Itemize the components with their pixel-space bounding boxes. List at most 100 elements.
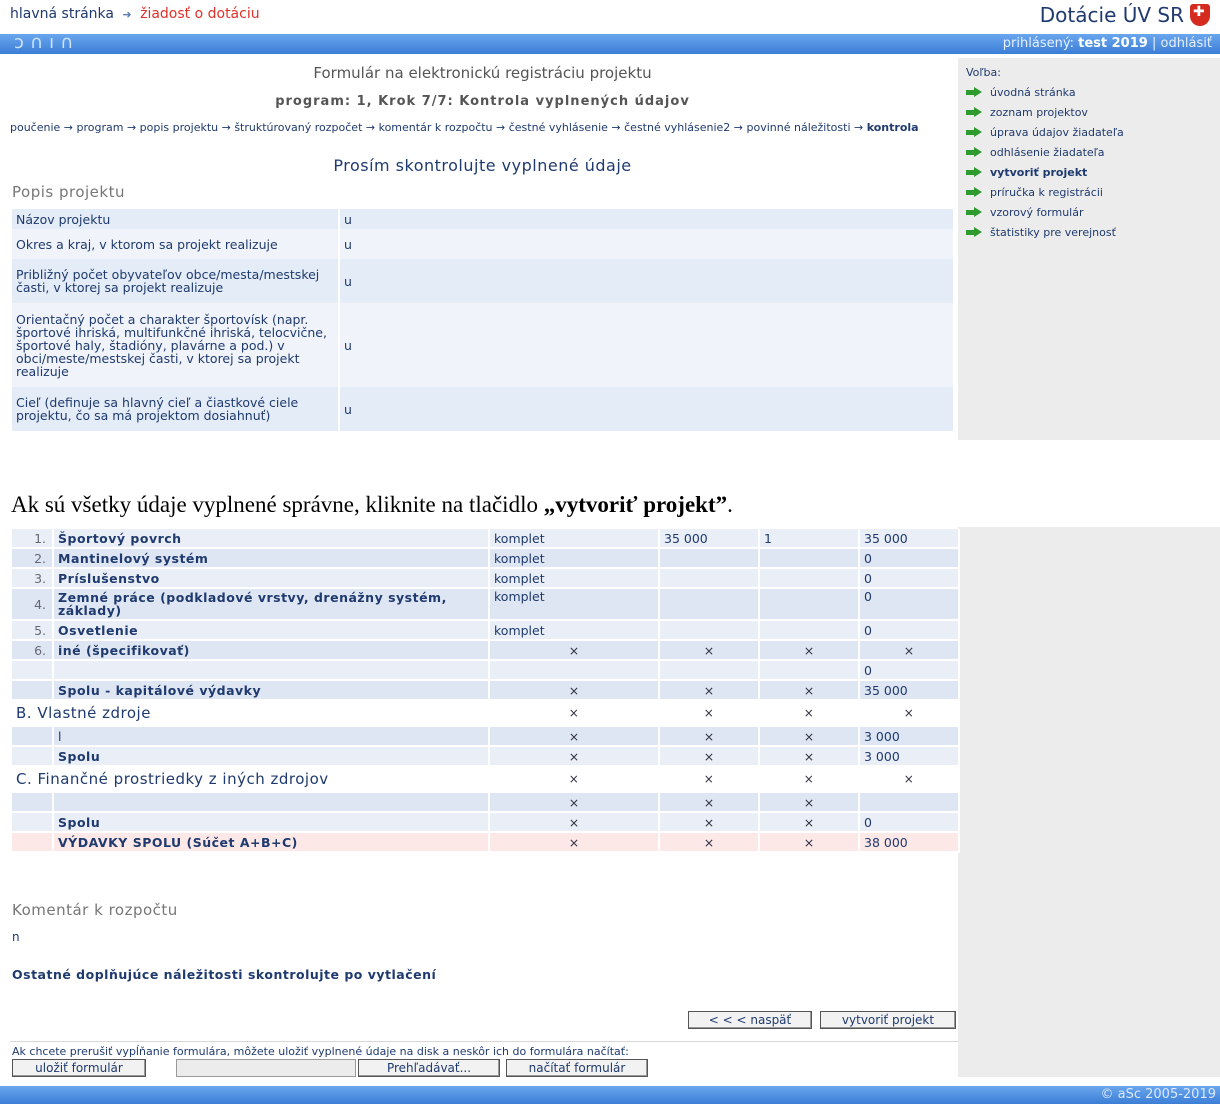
sidebar-item-label[interactable]: zoznam projektov bbox=[990, 106, 1088, 119]
item-price bbox=[659, 588, 760, 621]
sidebar-item-create-project[interactable]: vytvoriť projekt bbox=[966, 162, 1124, 182]
sidebar-item-edit-applicant[interactable]: úprava údajov žiadateľa bbox=[966, 122, 1124, 142]
item-unit: komplet bbox=[489, 548, 660, 569]
row-number: 1. bbox=[12, 529, 54, 549]
print-note: Ostatné doplňujúce náležitosti skontrolu… bbox=[12, 967, 437, 982]
item-name bbox=[53, 660, 490, 681]
top-header: hlavná stránka ➜ žiadosť o dotáciu Dotác… bbox=[0, 0, 1220, 32]
sidebar-item-home[interactable]: úvodná stránka bbox=[966, 82, 1124, 102]
row-value: u bbox=[338, 303, 953, 387]
grand-total-row: VÝDAVKY SPOLU (Súčet A+B+C) × × × 38 000 bbox=[12, 832, 960, 853]
item-total: 0 bbox=[859, 588, 960, 621]
brand[interactable]: Dotácie ÚV SR bbox=[1040, 3, 1210, 27]
breadcrumb-arrow-icon: ➜ bbox=[122, 8, 132, 21]
logo-2019: ↄ∩ı∩ bbox=[14, 32, 80, 53]
brand-title[interactable]: Dotácie ÚV SR bbox=[1040, 3, 1184, 27]
item-unit: × bbox=[489, 766, 660, 793]
budget-table: 1. Športový povrch komplet 35 000 1 35 0… bbox=[12, 529, 960, 853]
copyright: © aSc 2005-2019 bbox=[1100, 1087, 1217, 1102]
sidebar-background bbox=[958, 527, 1220, 1077]
breadcrumb: hlavná stránka ➜ žiadosť o dotáciu bbox=[10, 6, 260, 22]
row-number bbox=[12, 660, 54, 681]
item-total: × bbox=[859, 766, 960, 793]
section-c-header: C. Finančné prostriedky z iných zdrojov … bbox=[12, 766, 960, 793]
green-arrow-icon bbox=[966, 146, 982, 157]
item-qty bbox=[759, 660, 860, 681]
table-row: Cieľ (definuje sa hlavný cieľ a čiastkov… bbox=[12, 387, 953, 431]
item-qty bbox=[759, 568, 860, 589]
divider-line bbox=[10, 1041, 958, 1042]
sidebar-item-statistics[interactable]: štatistiky pre verejnosť bbox=[966, 222, 1124, 242]
caption-end: . bbox=[727, 492, 733, 517]
row-number: 3. bbox=[12, 568, 54, 589]
save-form-button[interactable]: uložiť formulár bbox=[12, 1059, 146, 1077]
sidebar-item-label[interactable]: vytvoriť projekt bbox=[990, 166, 1087, 179]
item-total: 3 000 bbox=[859, 746, 960, 767]
item-total: 0 bbox=[859, 812, 960, 833]
load-form-button[interactable]: načítať formulár bbox=[506, 1059, 648, 1077]
file-path-input[interactable] bbox=[176, 1059, 356, 1077]
row-label: Okres a kraj, v ktorom sa projekt realiz… bbox=[12, 229, 339, 259]
table-row: 3. Príslušenstvo komplet 0 bbox=[12, 568, 960, 589]
check-title: Prosím skontrolujte vyplnené údaje bbox=[333, 156, 632, 175]
breadcrumb-home-link[interactable]: hlavná stránka bbox=[10, 6, 114, 22]
steps-breadcrumb: poučenie → program → popis projektu → št… bbox=[10, 122, 950, 134]
row-number bbox=[12, 792, 54, 813]
item-total: × bbox=[859, 640, 960, 661]
item-price: 35 000 bbox=[659, 529, 760, 549]
item-name: Spolu - kapitálové výdavky bbox=[53, 680, 490, 701]
sidebar-item-label[interactable]: úprava údajov žiadateľa bbox=[990, 126, 1124, 139]
item-price bbox=[659, 568, 760, 589]
green-arrow-icon bbox=[966, 106, 982, 117]
item-unit: × bbox=[489, 726, 660, 747]
item-name: Osvetlenie bbox=[53, 620, 490, 641]
item-price: × bbox=[659, 700, 760, 727]
subtotal-row: Spolu × × × 0 bbox=[12, 812, 960, 833]
item-unit: × bbox=[489, 792, 660, 813]
section-b-title: B. Vlastné zdroje bbox=[12, 700, 490, 727]
create-project-button[interactable]: vytvoriť projekt bbox=[820, 1011, 956, 1029]
sidebar-item-label[interactable]: vzorový formulár bbox=[990, 206, 1083, 219]
sidebar-item-label[interactable]: štatistiky pre verejnosť bbox=[990, 226, 1116, 239]
item-total bbox=[859, 792, 960, 813]
item-qty: × bbox=[759, 832, 860, 853]
row-value: u bbox=[338, 387, 953, 431]
item-name bbox=[53, 792, 490, 813]
row-label: Názov projektu bbox=[12, 209, 339, 229]
row-label: Cieľ (definuje sa hlavný cieľ a čiastkov… bbox=[12, 387, 339, 431]
table-row: Okres a kraj, v ktorom sa projekt realiz… bbox=[12, 229, 953, 259]
sidebar-item-logout[interactable]: odhlásenie žiadateľa bbox=[966, 142, 1124, 162]
row-value: u bbox=[338, 229, 953, 259]
item-unit: komplet bbox=[489, 588, 660, 621]
sidebar-item-label[interactable]: odhlásenie žiadateľa bbox=[990, 146, 1105, 159]
budget-panel: 1. Športový povrch komplet 35 000 1 35 0… bbox=[0, 527, 1220, 1077]
item-name: l bbox=[53, 726, 490, 747]
item-name: Športový povrch bbox=[53, 529, 490, 549]
browse-button[interactable]: Prehľadávať... bbox=[358, 1059, 500, 1077]
breadcrumb-current[interactable]: žiadosť o dotáciu bbox=[140, 6, 260, 22]
sidebar-item-projects[interactable]: zoznam projektov bbox=[966, 102, 1124, 122]
section-b-header: B. Vlastné zdroje × × × × bbox=[12, 700, 960, 727]
save-note: Ak chcete prerušiť vypĺňanie formulára, … bbox=[12, 1045, 629, 1058]
instruction-caption: Ak sú všetky údaje vyplnené správne, kli… bbox=[11, 492, 733, 518]
item-total: 0 bbox=[859, 660, 960, 681]
item-unit: × bbox=[489, 832, 660, 853]
back-button[interactable]: < < < naspäť bbox=[688, 1011, 812, 1029]
item-name: Zemné práce (podkladové vrstvy, drenážny… bbox=[53, 588, 490, 621]
sidebar-item-label[interactable]: úvodná stránka bbox=[990, 86, 1076, 99]
item-unit: × bbox=[489, 746, 660, 767]
item-price bbox=[659, 548, 760, 569]
table-row: Orientačný počet a charakter športovísk … bbox=[12, 303, 953, 387]
sidebar-item-label[interactable]: príručka k registrácii bbox=[990, 186, 1103, 199]
sidebar-item-sample-form[interactable]: vzorový formulár bbox=[966, 202, 1124, 222]
item-price: × bbox=[659, 812, 760, 833]
logout-link[interactable]: odhlásiť bbox=[1160, 36, 1212, 51]
section-c-title: C. Finančné prostriedky z iných zdrojov bbox=[12, 766, 490, 793]
sidebar-item-manual[interactable]: príručka k registrácii bbox=[966, 182, 1124, 202]
steps-text[interactable]: poučenie → program → popis projektu → št… bbox=[10, 121, 863, 134]
item-total: × bbox=[859, 700, 960, 727]
row-number bbox=[12, 832, 54, 853]
item-name: Spolu bbox=[53, 812, 490, 833]
project-description-table: Názov projektu u Okres a kraj, v ktorom s… bbox=[12, 209, 953, 431]
item-unit: komplet bbox=[489, 568, 660, 589]
